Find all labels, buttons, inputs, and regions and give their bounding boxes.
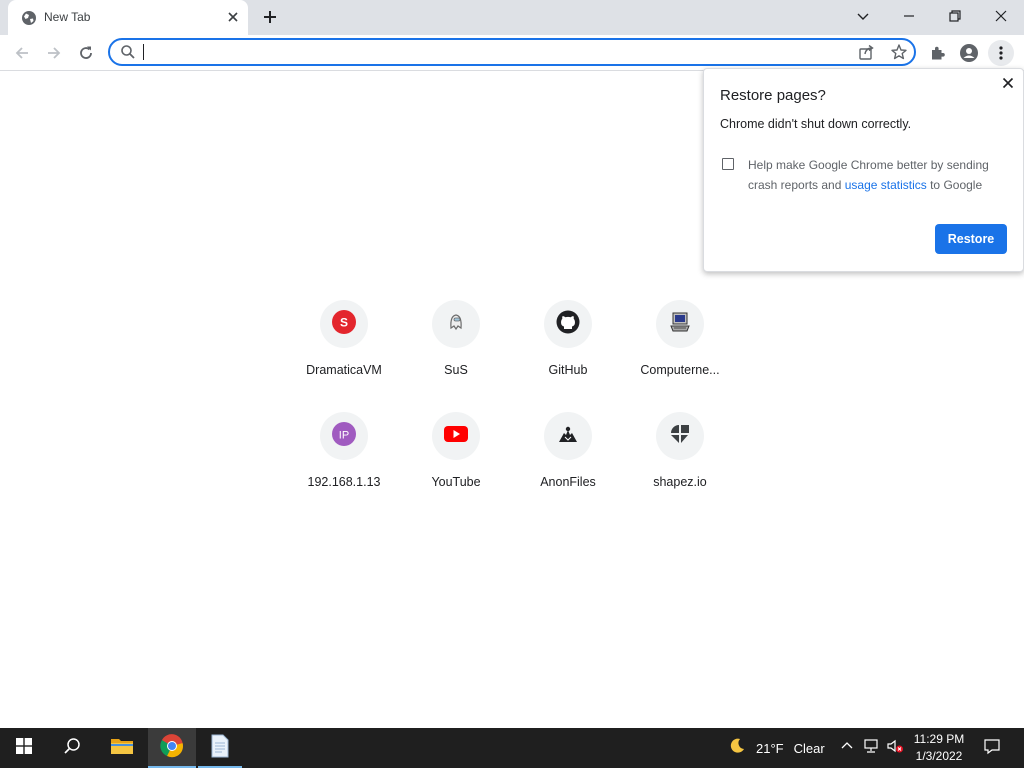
forward-arrow-icon[interactable] bbox=[40, 39, 68, 67]
tab-close-icon[interactable] bbox=[224, 8, 242, 26]
reload-icon[interactable] bbox=[72, 39, 100, 67]
search-icon bbox=[120, 44, 136, 60]
shortcut-tile[interactable]: YouTube bbox=[400, 412, 512, 524]
usage-statistics-link[interactable]: usage statistics bbox=[845, 178, 927, 192]
omnibox-input[interactable] bbox=[142, 42, 836, 64]
shortcut-icon-circle bbox=[544, 412, 592, 460]
shortcut-tile[interactable]: GitHub bbox=[512, 300, 624, 412]
youtube-icon bbox=[443, 424, 469, 449]
minimize-icon[interactable] bbox=[886, 0, 932, 32]
back-arrow-icon[interactable] bbox=[8, 39, 36, 67]
start-button[interactable] bbox=[0, 728, 48, 768]
dialog-title: Restore pages? bbox=[720, 87, 826, 104]
shortcut-icon-circle bbox=[656, 412, 704, 460]
svg-text:IP: IP bbox=[339, 429, 349, 441]
shortcut-label: AnonFiles bbox=[540, 475, 596, 489]
chrome-logo-icon bbox=[160, 733, 184, 763]
shortcut-label: SuS bbox=[444, 363, 468, 377]
folder-icon bbox=[110, 736, 134, 761]
checkbox-label-suffix: to Google bbox=[926, 178, 983, 192]
chrome-taskbar-button[interactable] bbox=[148, 728, 196, 768]
search-icon bbox=[63, 737, 81, 760]
anonfiles-icon bbox=[556, 422, 580, 451]
new-tab-button[interactable] bbox=[260, 7, 280, 27]
weather-widget[interactable]: 21°F Clear bbox=[722, 728, 832, 768]
moon-icon bbox=[728, 737, 746, 760]
shortcut-tile[interactable]: SuS bbox=[400, 300, 512, 412]
shortcut-label: DramaticaVM bbox=[306, 363, 382, 377]
file-explorer-button[interactable] bbox=[98, 728, 146, 768]
clock[interactable]: 11:29 PM 1/3/2022 bbox=[904, 731, 974, 765]
github-icon bbox=[556, 310, 580, 339]
shortcut-label: Computerne... bbox=[640, 363, 720, 377]
volume-button[interactable] bbox=[884, 728, 906, 768]
crash-report-checkbox[interactable] bbox=[722, 158, 734, 170]
windows-logo-icon bbox=[16, 737, 32, 759]
tab-title: New Tab bbox=[44, 10, 91, 24]
share-icon[interactable] bbox=[858, 43, 876, 61]
notifications-button[interactable] bbox=[976, 728, 1008, 768]
document-icon bbox=[210, 734, 230, 763]
close-window-icon[interactable] bbox=[978, 0, 1024, 32]
taskbar-search-button[interactable] bbox=[48, 728, 96, 768]
tab-search-chevron-icon[interactable] bbox=[840, 0, 886, 32]
shortcut-tile[interactable]: IP 192.168.1.13 bbox=[288, 412, 400, 524]
clock-date: 1/3/2022 bbox=[915, 749, 963, 763]
restore-pages-dialog: Restore pages? Chrome didn't shut down c… bbox=[703, 68, 1024, 272]
taskbar: 21°F Clear 11:29 PM 1/3/2022 bbox=[0, 728, 1024, 768]
ip-icon: IP bbox=[332, 421, 356, 451]
tab-new-tab[interactable]: New Tab bbox=[8, 0, 248, 35]
shortcut-label: 192.168.1.13 bbox=[307, 475, 381, 489]
bookmark-star-icon[interactable] bbox=[890, 43, 908, 61]
clock-time: 11:29 PM bbox=[913, 732, 965, 746]
shortcut-tile[interactable]: Computerne... bbox=[624, 300, 736, 412]
text-caret bbox=[143, 44, 144, 60]
globe-icon bbox=[21, 10, 37, 26]
weather-temp: 21°F bbox=[756, 740, 784, 756]
shortcut-label: YouTube bbox=[431, 475, 481, 489]
checkbox-label: Help make Google Chrome better by sendin… bbox=[748, 155, 1010, 195]
tab-strip: New Tab bbox=[0, 0, 1024, 35]
omnibox[interactable] bbox=[108, 38, 916, 66]
computer-icon bbox=[668, 310, 692, 339]
dialog-message: Chrome didn't shut down correctly. bbox=[720, 117, 912, 131]
restore-window-icon[interactable] bbox=[932, 0, 978, 32]
letter-s-icon: S bbox=[332, 309, 356, 339]
dialog-close-icon[interactable] bbox=[1000, 75, 1016, 91]
network-icon bbox=[862, 738, 880, 759]
shortcut-tile[interactable]: shapez.io bbox=[624, 412, 736, 524]
chevron-up-icon bbox=[841, 739, 853, 757]
menu-kebab-icon[interactable] bbox=[988, 40, 1014, 66]
shortcut-icon-circle bbox=[656, 300, 704, 348]
shortcut-label: GitHub bbox=[548, 363, 588, 377]
profile-avatar-icon[interactable] bbox=[956, 40, 982, 66]
shortcut-icon-circle bbox=[544, 300, 592, 348]
extensions-puzzle-icon[interactable] bbox=[925, 40, 951, 66]
shapez-icon bbox=[668, 422, 692, 451]
toolbar bbox=[0, 35, 1024, 71]
sus-logo-icon bbox=[445, 311, 467, 338]
volume-muted-icon bbox=[886, 738, 904, 759]
notification-icon bbox=[983, 737, 1001, 760]
shortcut-icon-circle: S bbox=[320, 300, 368, 348]
restore-button[interactable]: Restore bbox=[935, 224, 1007, 254]
shortcut-icon-circle bbox=[432, 412, 480, 460]
show-hidden-icons-button[interactable] bbox=[838, 728, 856, 768]
notepad-taskbar-button[interactable] bbox=[198, 728, 242, 768]
shortcut-tile[interactable]: S DramaticaVM bbox=[288, 300, 400, 412]
svg-text:S: S bbox=[340, 315, 348, 329]
shortcut-icon-circle: IP bbox=[320, 412, 368, 460]
shortcut-icon-circle bbox=[432, 300, 480, 348]
shortcut-label: shapez.io bbox=[653, 475, 707, 489]
weather-condition: Clear bbox=[793, 740, 825, 756]
network-button[interactable] bbox=[860, 728, 882, 768]
shortcut-tile[interactable]: AnonFiles bbox=[512, 412, 624, 524]
